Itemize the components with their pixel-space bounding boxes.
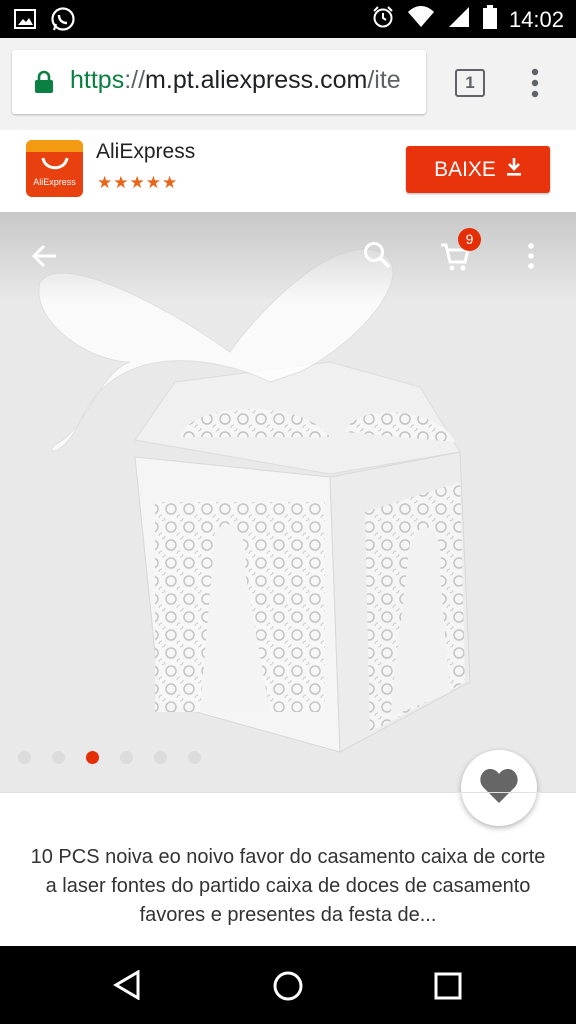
logo-text: AliExpress — [33, 177, 76, 187]
system-navigation-bar — [0, 946, 576, 1024]
app-install-banner: AliExpress AliExpress ★★★★★ BAIXE — [0, 130, 576, 212]
battery-icon — [482, 5, 497, 34]
recents-icon[interactable] — [434, 972, 462, 1005]
carousel-dot[interactable] — [18, 751, 31, 764]
browser-toolbar: https://m.pt.aliexpress.com/ite 1 — [0, 38, 576, 130]
carousel-dot[interactable] — [52, 751, 65, 764]
wifi-icon — [407, 5, 435, 34]
rating-stars: ★★★★★ — [97, 173, 179, 192]
carousel-dot[interactable] — [120, 751, 133, 764]
clock: 14:02 — [508, 6, 564, 32]
install-label: BAIXE — [434, 157, 496, 181]
hero-toolbar-gradient — [0, 212, 576, 302]
heart-icon — [479, 768, 519, 809]
home-icon[interactable] — [272, 970, 304, 1007]
carousel-indicators — [18, 751, 201, 764]
cart-count-badge: 9 — [458, 228, 481, 251]
signal-icon — [447, 5, 471, 34]
more-options-icon[interactable] — [526, 242, 536, 275]
aliexpress-logo: AliExpress — [26, 140, 83, 197]
tab-switcher-button[interactable]: 1 — [455, 69, 485, 97]
url-scheme: https — [70, 66, 125, 94]
back-icon[interactable] — [112, 969, 142, 1005]
url-path: /ite — [367, 66, 401, 94]
whatsapp-icon — [50, 6, 76, 37]
url-separator: :// — [124, 66, 146, 94]
app-name: AliExpress — [96, 140, 196, 163]
url-host: m.pt.aliexpress.com — [145, 66, 368, 94]
status-bar: 14:02 — [0, 0, 576, 38]
back-arrow-icon[interactable] — [30, 242, 58, 275]
image-icon — [14, 8, 36, 35]
alarm-icon — [371, 5, 395, 34]
wishlist-button[interactable] — [461, 750, 537, 826]
product-image-carousel[interactable] — [0, 212, 576, 792]
carousel-dot-active[interactable] — [86, 751, 99, 764]
divider — [0, 792, 576, 793]
lock-icon — [34, 70, 54, 99]
install-button[interactable]: BAIXE — [406, 146, 550, 193]
url-bar[interactable]: https://m.pt.aliexpress.com/ite — [12, 50, 426, 114]
url-text: https://m.pt.aliexpress.com/ite — [70, 66, 401, 95]
carousel-dot[interactable] — [188, 751, 201, 764]
search-icon[interactable] — [362, 240, 392, 275]
browser-menu-icon[interactable] — [530, 68, 540, 103]
carousel-dot[interactable] — [154, 751, 167, 764]
download-icon — [506, 157, 522, 183]
product-title: 10 PCS noiva eo noivo favor do casamento… — [30, 846, 546, 926]
